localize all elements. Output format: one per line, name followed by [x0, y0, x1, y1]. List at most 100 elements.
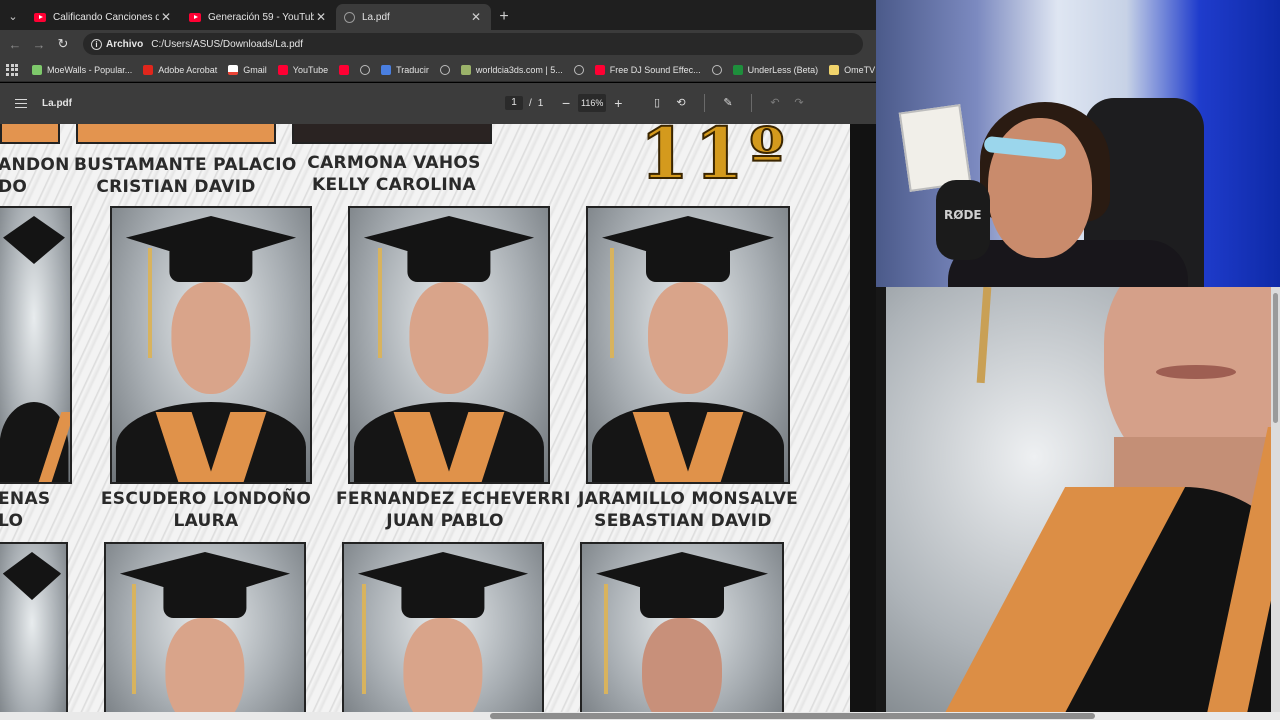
close-icon[interactable]: ✕ — [469, 10, 483, 24]
tassel — [604, 584, 608, 694]
undo-icon[interactable]: ↶ — [768, 96, 782, 110]
tab-youtube-calificando[interactable]: Calificando Canciones de YouTu ✕ — [26, 4, 181, 30]
bookmark-worldcia3ds[interactable]: worldcia3ds.com | 5... — [460, 64, 563, 75]
mic-brand-logo: RØDE — [944, 208, 982, 222]
face — [409, 282, 489, 394]
lips — [1156, 365, 1236, 379]
browser-toolbar: ← → ↻ i Archivo C:/Users/ASUS/Downloads/… — [0, 30, 876, 58]
tassel — [976, 287, 992, 384]
translate-icon — [381, 64, 392, 75]
pdf-title: La.pdf — [42, 98, 72, 109]
globe-icon — [360, 64, 371, 75]
face — [171, 282, 251, 394]
name-line: ENAS — [0, 489, 51, 509]
student-name: ENAS LO — [0, 488, 58, 532]
forward-arrow-icon[interactable]: → — [27, 32, 51, 56]
apps-grid-icon[interactable] — [6, 63, 18, 76]
bookmark-globe-4[interactable] — [711, 64, 722, 75]
horizontal-scrollbar[interactable] — [0, 712, 1280, 720]
tab-bar: ⌄ Calificando Canciones de YouTu ✕ Gener… — [0, 0, 876, 30]
youtube-icon — [189, 12, 201, 22]
bookmark-label: Free DJ Sound Effec... — [609, 64, 701, 75]
close-icon[interactable]: ✕ — [314, 10, 328, 24]
ometv-icon — [829, 64, 840, 75]
page-number-input[interactable]: 1 — [505, 96, 523, 110]
page-separator: / — [529, 97, 532, 109]
bookmark-label: Adobe Acrobat — [158, 64, 218, 75]
tab-search-chevron-icon[interactable]: ⌄ — [0, 2, 26, 30]
horizontal-scroll-thumb[interactable] — [490, 713, 1095, 719]
screen: ⌄ Calificando Canciones de YouTu ✕ Gener… — [0, 0, 1280, 720]
name-line: JUAN PABLO — [386, 511, 504, 531]
zoom-in-icon[interactable]: + — [614, 95, 622, 111]
face — [648, 282, 728, 394]
pdf-page: 11º A ANDON DO BUSTAMANTE PALACIO CRISTI… — [0, 124, 850, 712]
bookmark-gmail[interactable]: Gmail — [228, 64, 267, 75]
bookmark-moewalls[interactable]: MoeWalls - Popular... — [32, 64, 133, 75]
grad-cap — [2, 552, 62, 600]
cropped-photo — [76, 124, 276, 144]
student-name: FERNANDEZ ECHEVERRI JUAN PABLO — [336, 488, 571, 532]
student-name: ESCUDERO LONDOÑO LAURA — [100, 488, 312, 532]
moewalls-icon — [32, 64, 42, 75]
globe-icon — [573, 64, 584, 75]
vertical-scroll-thumb[interactable] — [1273, 293, 1278, 423]
bookmark-youtube[interactable]: YouTube — [277, 64, 328, 75]
page-indicator: 1 / 1 — [505, 96, 543, 110]
zoom-controls: − 116% + — [562, 94, 622, 112]
bookmark-adobe-acrobat[interactable]: Adobe Acrobat — [143, 64, 218, 75]
rotate-icon[interactable]: ⟲ — [674, 96, 688, 110]
reload-icon[interactable]: ↻ — [51, 32, 75, 56]
pdf-viewport[interactable]: 11º A ANDON DO BUSTAMANTE PALACIO CRISTI… — [0, 124, 876, 712]
bookmark-globe-1[interactable] — [360, 64, 371, 75]
tassel — [148, 248, 152, 358]
fit-page-icon[interactable]: ▯ — [650, 96, 664, 110]
youtube-icon — [34, 12, 46, 22]
new-tab-icon[interactable]: + — [491, 4, 517, 30]
bookmark-traducir[interactable]: Traducir — [381, 64, 429, 75]
menu-icon[interactable] — [15, 96, 27, 111]
zoom-out-icon[interactable]: − — [562, 95, 570, 111]
name-line: CARMONA VAHOS — [307, 153, 481, 173]
tassel — [362, 584, 366, 694]
redo-icon[interactable]: ↷ — [792, 96, 806, 110]
close-icon[interactable]: ✕ — [159, 10, 173, 24]
name-line: ESCUDERO LONDOÑO — [100, 489, 312, 509]
globe-icon — [711, 64, 722, 75]
annotate-icon[interactable]: ✎ — [721, 96, 735, 110]
zoom-input[interactable]: 116% — [578, 94, 607, 112]
pdf-tools: ▯ ⟲ ✎ ↶ ↷ — [650, 94, 806, 112]
bookmark-underless[interactable]: UnderLess (Beta) — [732, 64, 818, 75]
grad-cap — [163, 584, 247, 618]
student-photo — [348, 206, 550, 484]
grad-cap — [401, 584, 485, 618]
face — [165, 618, 245, 712]
tab-youtube-generacion[interactable]: Generación 59 - YouTube ✕ — [181, 4, 336, 30]
bookmark-youtube-2[interactable] — [339, 64, 350, 75]
vertical-scrollbar[interactable] — [1271, 287, 1280, 712]
bookmark-globe-3[interactable] — [573, 64, 584, 75]
url-text[interactable]: C:/Users/ASUS/Downloads/La.pdf — [151, 39, 303, 50]
grad-cap — [646, 248, 730, 282]
site-info-chip[interactable]: i Archivo — [91, 38, 143, 50]
back-arrow-icon[interactable]: ← — [3, 32, 27, 56]
student-photo — [342, 542, 544, 712]
bookmark-free-dj[interactable]: Free DJ Sound Effec... — [594, 64, 701, 75]
photo-frame-edge — [876, 287, 886, 712]
acrobat-icon — [143, 64, 154, 75]
tab-label: Generación 59 - YouTube — [208, 11, 314, 23]
bookmark-label: Traducir — [396, 64, 429, 75]
grad-cap — [640, 584, 724, 618]
address-bar[interactable]: i Archivo C:/Users/ASUS/Downloads/La.pdf — [83, 33, 863, 55]
bookmark-globe-2[interactable] — [439, 64, 450, 75]
name-line: DO — [0, 177, 28, 197]
student-photo — [586, 206, 790, 484]
zoomed-photo-overlay — [876, 287, 1271, 712]
name-line: CRISTIAN DAVID — [96, 177, 256, 197]
site-icon — [460, 64, 471, 75]
bookmark-label: MoeWalls - Popular... — [47, 64, 133, 75]
youtube-icon — [277, 64, 288, 75]
tab-la-pdf[interactable]: La.pdf ✕ — [336, 4, 491, 30]
name-line: JARAMILLO MONSALVE — [578, 489, 799, 509]
info-icon: i — [91, 38, 102, 50]
